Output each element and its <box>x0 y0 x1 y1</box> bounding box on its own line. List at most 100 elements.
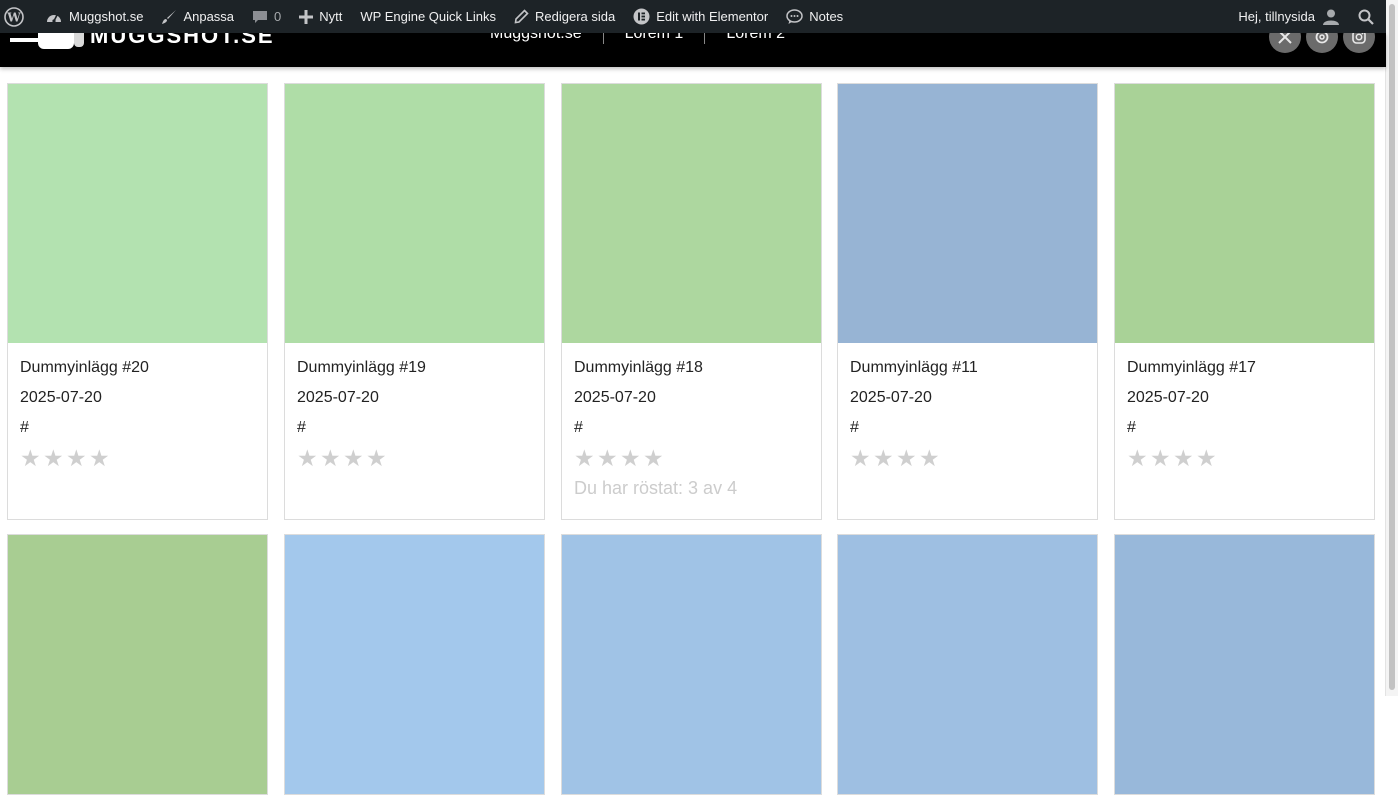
post-card: Dummyinlägg #20 2025-07-20 # ★ ★ ★ ★ <box>7 83 268 520</box>
star-icon[interactable]: ★ <box>297 447 320 470</box>
post-date: 2025-07-20 <box>1127 389 1209 406</box>
comments-menu[interactable]: 0 <box>243 0 290 33</box>
plus-icon <box>299 9 314 24</box>
post-title[interactable]: Dummyinlägg #18 <box>574 358 809 378</box>
comments-count: 0 <box>274 9 282 24</box>
mug-logo-icon <box>10 33 86 49</box>
site-name-menu[interactable]: Muggshot.se <box>33 0 152 33</box>
star-icon[interactable]: ★ <box>643 447 666 470</box>
customize-label: Anpassa <box>183 9 235 24</box>
post-thumbnail[interactable] <box>8 535 267 794</box>
instagram-icon <box>1352 33 1366 44</box>
comment-bubble-icon <box>253 10 268 23</box>
wp-engine-label: WP Engine Quick Links <box>360 9 496 24</box>
page-scrollbar[interactable] <box>1385 0 1398 696</box>
post-thumbnail[interactable] <box>838 535 1097 794</box>
post-thumbnail[interactable] <box>838 84 1097 343</box>
post-title[interactable]: Dummyinlägg #20 <box>20 358 255 378</box>
scrollbar-thumb[interactable] <box>1389 4 1395 690</box>
post-thumbnail[interactable] <box>285 84 544 343</box>
instagram-social-button[interactable] <box>1343 33 1375 53</box>
new-label: Nytt <box>319 9 343 24</box>
star-icon[interactable]: ★ <box>366 447 389 470</box>
post-card <box>7 534 268 795</box>
pencil-icon <box>514 9 529 24</box>
wp-engine-quick-links[interactable]: WP Engine Quick Links <box>351 0 505 33</box>
post-link[interactable]: # <box>574 418 583 438</box>
admin-search-button[interactable] <box>1349 0 1386 33</box>
star-icon[interactable]: ★ <box>896 447 919 470</box>
social-links <box>1269 33 1380 53</box>
x-social-button[interactable] <box>1269 33 1301 53</box>
search-icon <box>1358 9 1374 25</box>
edit-page-label: Redigera sida <box>535 9 616 24</box>
post-date: 2025-07-20 <box>20 389 102 406</box>
star-rating: ★ ★ ★ ★ <box>1127 447 1362 470</box>
greeting-label: Hej, tillnysida <box>1238 9 1315 24</box>
edit-elementor-label: Edit with Elementor <box>656 9 769 24</box>
post-card <box>561 534 822 795</box>
user-avatar-icon <box>1323 9 1339 25</box>
post-title[interactable]: Dummyinlägg #19 <box>297 358 532 378</box>
post-thumbnail[interactable] <box>562 84 821 343</box>
post-link[interactable]: # <box>297 418 306 438</box>
post-title[interactable]: Dummyinlägg #11 <box>850 358 1085 378</box>
star-icon[interactable]: ★ <box>597 447 620 470</box>
star-icon[interactable]: ★ <box>20 447 43 470</box>
post-title[interactable]: Dummyinlägg #17 <box>1127 358 1362 378</box>
post-thumbnail[interactable] <box>285 535 544 794</box>
threads-social-button[interactable] <box>1306 33 1338 53</box>
new-content-menu[interactable]: Nytt <box>290 0 351 33</box>
post-thumbnail[interactable] <box>8 84 267 343</box>
post-date: 2025-07-20 <box>574 389 656 406</box>
post-date: 2025-07-20 <box>297 389 379 406</box>
post-card <box>1114 534 1375 795</box>
post-link[interactable]: # <box>1127 418 1136 438</box>
star-icon[interactable]: ★ <box>620 447 643 470</box>
edit-page-link[interactable]: Redigera sida <box>505 0 624 33</box>
star-icon[interactable]: ★ <box>43 447 66 470</box>
star-icon[interactable]: ★ <box>320 447 343 470</box>
star-icon[interactable]: ★ <box>850 447 873 470</box>
paintbrush-icon <box>162 9 177 24</box>
star-icon[interactable]: ★ <box>873 447 896 470</box>
star-rating: ★ ★ ★ ★ <box>574 447 809 470</box>
my-account-menu[interactable]: Hej, tillnysida <box>1229 0 1349 33</box>
star-icon[interactable]: ★ <box>1150 447 1173 470</box>
star-rating: ★ ★ ★ ★ <box>850 447 1085 470</box>
star-icon[interactable]: ★ <box>1127 447 1150 470</box>
nav-separator <box>602 33 604 44</box>
post-link[interactable]: # <box>20 418 29 438</box>
post-date: 2025-07-20 <box>850 389 932 406</box>
nav-separator <box>704 33 706 44</box>
star-icon[interactable]: ★ <box>1173 447 1196 470</box>
post-card: Dummyinlägg #18 2025-07-20 # ★ ★ ★ ★ Du … <box>561 83 822 520</box>
wordpress-logo-menu[interactable]: W <box>0 0 33 33</box>
logo-wordmark: MUGGSHOT.SE <box>90 33 275 48</box>
post-thumbnail[interactable] <box>562 535 821 794</box>
star-icon[interactable]: ★ <box>89 447 112 470</box>
wp-admin-bar: W Muggshot.se Anpassa 0 Nytt WP Engine Q… <box>0 0 1386 33</box>
post-card <box>837 534 1098 795</box>
nav-item-muggshot[interactable]: Muggshot.se <box>490 33 582 43</box>
post-thumbnail[interactable] <box>1115 84 1374 343</box>
main-navigation: Muggshot.se Lorem 1 Lorem 2 <box>490 33 785 44</box>
threads-icon <box>1315 33 1329 44</box>
svg-text:W: W <box>6 10 21 24</box>
speech-bubble-icon <box>786 8 803 24</box>
star-icon[interactable]: ★ <box>574 447 597 470</box>
star-icon[interactable]: ★ <box>919 447 942 470</box>
star-icon[interactable]: ★ <box>343 447 366 470</box>
star-icon[interactable]: ★ <box>66 447 89 470</box>
nav-item-lorem-1[interactable]: Lorem 1 <box>625 33 684 43</box>
wordpress-icon: W <box>4 6 24 27</box>
site-header: MUGGSHOT.SE Muggshot.se Lorem 1 Lorem 2 <box>0 33 1386 67</box>
customize-menu[interactable]: Anpassa <box>152 0 243 33</box>
post-thumbnail[interactable] <box>1115 535 1374 794</box>
notes-menu[interactable]: Notes <box>777 0 852 33</box>
post-link[interactable]: # <box>850 418 859 438</box>
edit-with-elementor-link[interactable]: Edit with Elementor <box>624 0 777 33</box>
star-icon[interactable]: ★ <box>1196 447 1219 470</box>
nav-item-lorem-2[interactable]: Lorem 2 <box>726 33 785 43</box>
site-logo[interactable]: MUGGSHOT.SE <box>10 33 275 51</box>
